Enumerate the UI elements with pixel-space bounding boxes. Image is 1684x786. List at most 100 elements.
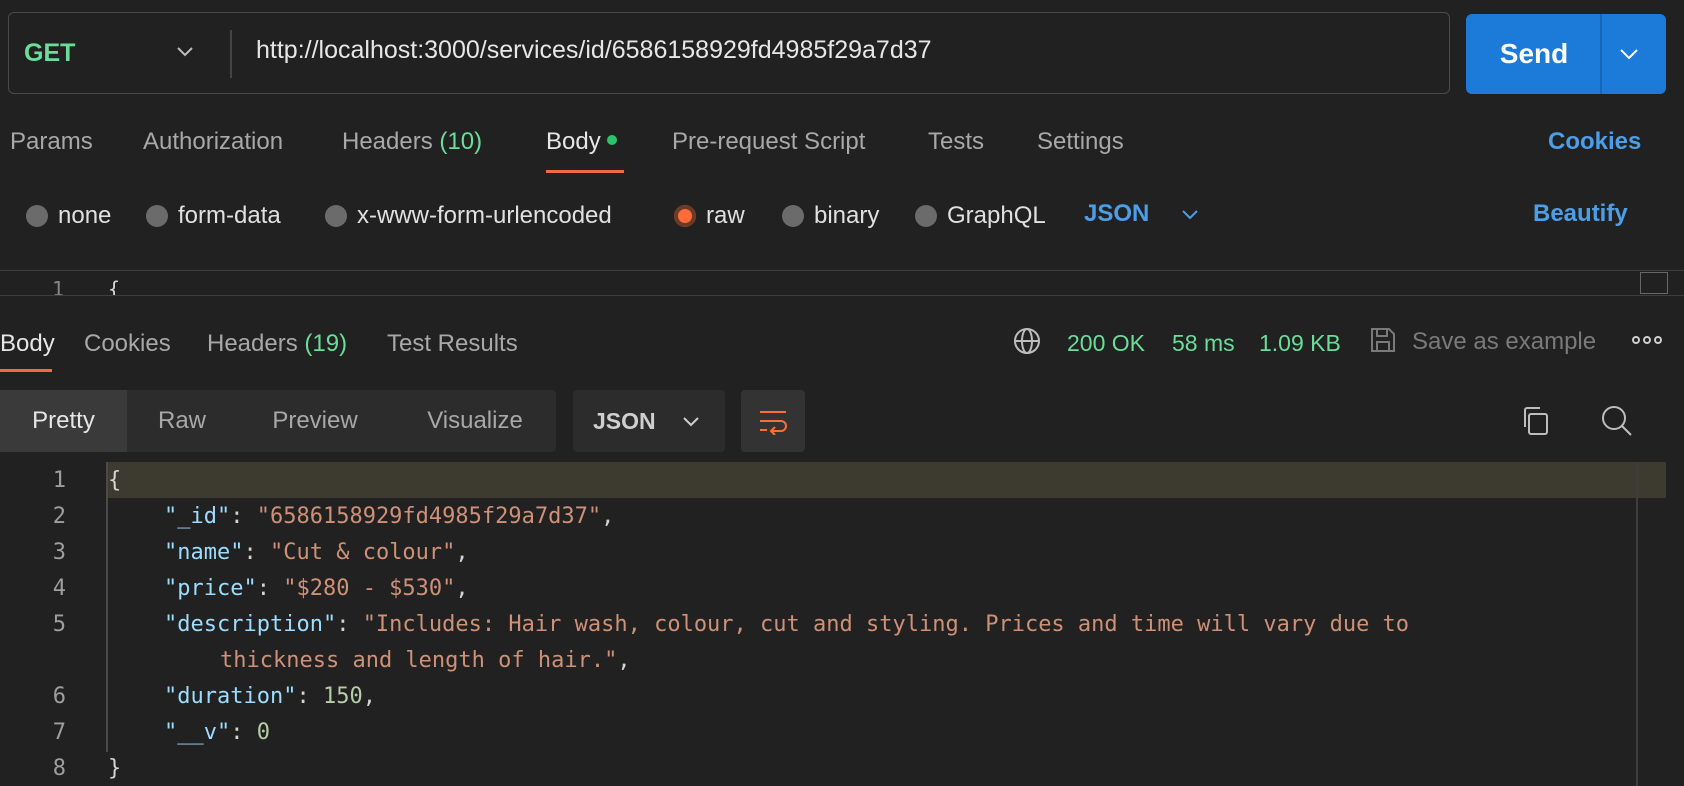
json-brace: { [108, 468, 122, 493]
tab-authorization[interactable]: Authorization [143, 128, 283, 156]
json-key: "name" [164, 540, 244, 565]
code-line: "name": "Cut & colour", [164, 540, 469, 565]
view-visualize[interactable]: Visualize [410, 390, 540, 452]
radio-urlencoded[interactable]: x-www-form-urlencoded [325, 200, 612, 232]
json-key: "price" [164, 576, 257, 601]
chevron-down-icon [177, 47, 193, 57]
response-tab-headers[interactable]: Headers (19) [207, 330, 347, 358]
tab-body[interactable]: Body [546, 128, 617, 156]
tab-params[interactable]: Params [10, 128, 93, 156]
response-tab-cookies[interactable]: Cookies [84, 330, 171, 358]
code-line: { [108, 468, 121, 493]
url-divider [230, 30, 232, 78]
status-code[interactable]: 200 OK [1067, 330, 1145, 357]
code-line-wrapped: thickness and length of hair.", [220, 648, 631, 673]
radio-label: x-www-form-urlencoded [357, 202, 612, 229]
body-modified-dot [606, 134, 617, 145]
response-tab-test-results[interactable]: Test Results [387, 330, 518, 358]
line-number: 1 [52, 468, 66, 493]
headers-count: (10) [439, 128, 483, 155]
code-line: "__v": 0 [164, 720, 270, 745]
view-preview[interactable]: Preview [250, 390, 380, 452]
beautify-link[interactable]: Beautify [1533, 200, 1628, 228]
radio-raw[interactable]: raw [674, 200, 745, 232]
active-tab-indicator [546, 170, 624, 173]
send-button-group: Send [1466, 14, 1666, 94]
radio-circle [146, 205, 168, 227]
view-pretty[interactable]: Pretty [0, 390, 127, 452]
json-string: "$280 - $530" [283, 576, 456, 601]
search-icon[interactable] [1600, 404, 1634, 438]
active-tab-indicator [0, 369, 52, 372]
radio-form-data[interactable]: form-data [146, 200, 281, 232]
json-string: "Includes: Hair wash, colour, cut and st… [362, 612, 1410, 637]
cookies-link[interactable]: Cookies [1548, 128, 1641, 156]
headers-count: (19) [304, 330, 348, 357]
line-number: 1 [52, 277, 65, 296]
response-format-select[interactable]: JSON [573, 390, 725, 452]
radio-graphql[interactable]: GraphQL [915, 200, 1046, 232]
response-time[interactable]: 58 ms [1172, 330, 1235, 357]
code-line: "description": "Includes: Hair wash, col… [164, 612, 1410, 637]
tab-tests[interactable]: Tests [928, 128, 984, 156]
chevron-down-icon [1182, 210, 1199, 220]
line-number: 8 [52, 756, 66, 781]
code-line: "_id": "6586158929fd4985f29a7d37", [164, 504, 615, 529]
line-number: 4 [52, 576, 66, 601]
method-select[interactable]: GET [24, 28, 214, 78]
code-line: { [108, 277, 121, 296]
tab-prerequest-script[interactable]: Pre-request Script [672, 128, 865, 156]
code-line: } [108, 756, 121, 781]
json-key: "__v" [164, 720, 231, 745]
tab-headers[interactable]: Headers (10) [342, 128, 482, 156]
wrap-lines-button[interactable] [741, 390, 805, 452]
more-icon[interactable] [1632, 334, 1662, 346]
current-line-highlight [106, 462, 1666, 498]
json-brace: } [108, 756, 122, 781]
radio-label: raw [706, 202, 745, 229]
response-format-label: JSON [593, 407, 656, 434]
json-key: "duration" [164, 684, 297, 709]
tab-label: Cookies [84, 330, 171, 357]
tab-label: Body [546, 128, 601, 155]
line-number: 6 [52, 684, 66, 709]
radio-none[interactable]: none [26, 200, 111, 232]
response-size[interactable]: 1.09 KB [1259, 330, 1341, 357]
tab-label: Authorization [143, 128, 284, 155]
json-key: "_id" [164, 504, 231, 529]
radio-circle [782, 205, 804, 227]
tab-settings[interactable]: Settings [1037, 128, 1124, 156]
send-button[interactable]: Send [1466, 14, 1602, 94]
save-as-example-button[interactable]: Save as example [1412, 328, 1596, 356]
line-number: 2 [52, 504, 66, 529]
radio-circle [26, 205, 48, 227]
code-scroll-track[interactable] [1636, 462, 1638, 786]
body-format-select[interactable]: JSON [1084, 200, 1201, 228]
chevron-down-icon[interactable] [1616, 42, 1642, 66]
json-string: "6586158929fd4985f29a7d37" [256, 504, 602, 529]
radio-label: GraphQL [947, 202, 1046, 229]
code-line: "price": "$280 - $530", [164, 576, 469, 601]
wrap-lines-icon [760, 411, 787, 435]
tab-label: Params [10, 128, 93, 155]
url-input[interactable]: http://localhost:3000/services/id/658615… [256, 36, 932, 65]
save-icon [1371, 328, 1395, 352]
code-line: "duration": 150, [164, 684, 376, 709]
editor-scrollbar[interactable] [1640, 272, 1668, 294]
tab-label: Headers [342, 128, 433, 155]
json-string: "Cut & colour" [269, 540, 456, 565]
view-raw[interactable]: Raw [127, 390, 237, 452]
radio-circle [325, 205, 347, 227]
copy-icon[interactable] [1520, 405, 1552, 437]
indent-guide [106, 462, 108, 752]
globe-icon[interactable] [1012, 326, 1042, 356]
radio-label: none [58, 202, 112, 229]
request-body-editor[interactable]: 1 { [0, 270, 1684, 296]
radio-binary[interactable]: binary [782, 200, 879, 232]
body-format-label: JSON [1084, 200, 1150, 227]
tab-label: Tests [928, 128, 985, 155]
radio-label: form-data [178, 202, 281, 229]
response-tab-body[interactable]: Body [0, 330, 55, 358]
json-number: 150 [322, 684, 363, 709]
radio-circle-checked [674, 205, 696, 227]
